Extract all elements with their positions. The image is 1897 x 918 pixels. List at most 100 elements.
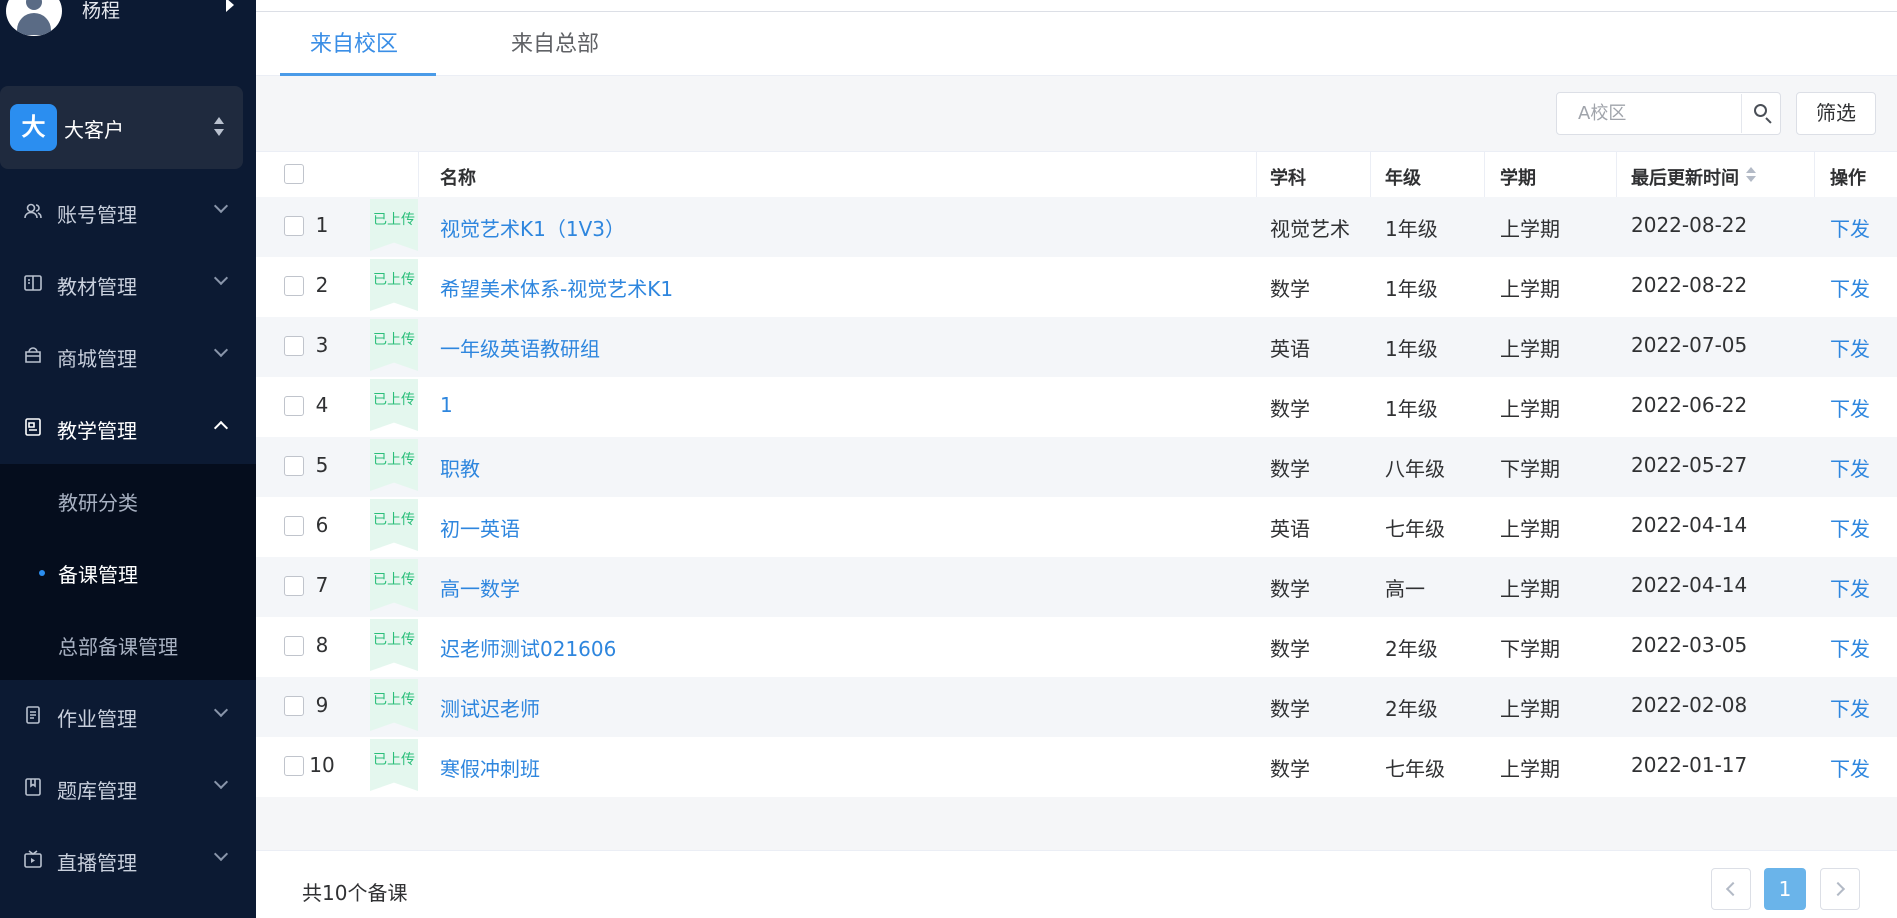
page-1-button[interactable]: 1 [1764, 868, 1806, 910]
dispatch-link[interactable]: 下发 [1830, 513, 1870, 542]
lesson-name-link[interactable]: 高一数学 [440, 573, 520, 602]
header-term: 学期 [1500, 168, 1536, 189]
uploaded-badge: 已上传 [370, 199, 418, 251]
menu-item-shop[interactable]: 商城管理 [0, 320, 256, 392]
menu-item-teaching[interactable]: 教学管理 [0, 392, 256, 464]
uploaded-badge: 已上传 [370, 619, 418, 671]
sort-switch-icon [212, 117, 226, 139]
lesson-name-link[interactable]: 一年级英语教研组 [440, 333, 600, 362]
grade-cell: 1年级 [1385, 277, 1438, 301]
search-icon[interactable] [1741, 94, 1780, 133]
tab-from-headquarters[interactable]: 来自总部 [511, 26, 599, 58]
dispatch-link[interactable]: 下发 [1830, 333, 1870, 362]
uploaded-badge: 已上传 [370, 439, 418, 491]
chevron-down-icon [213, 702, 229, 718]
term-cell: 下学期 [1500, 637, 1560, 661]
subject-cell: 数学 [1270, 577, 1310, 601]
main-content: 来自校区 来自总部 筛选 名称 学科 年级 学期 最后更新时间 操作 1 已上传 视… [256, 0, 1897, 918]
dispatch-link[interactable]: 下发 [1830, 693, 1870, 722]
subject-cell: 数学 [1270, 397, 1310, 421]
filter-bar: 筛选 [256, 76, 1897, 151]
teaching-icon [25, 418, 41, 436]
dispatch-link[interactable]: 下发 [1830, 453, 1870, 482]
lesson-name-link[interactable]: 寒假冲刺班 [440, 753, 540, 782]
term-cell: 上学期 [1500, 517, 1560, 541]
row-checkbox[interactable] [284, 636, 304, 656]
campus-search-input[interactable] [1558, 94, 1738, 133]
uploaded-badge: 已上传 [370, 499, 418, 551]
lesson-name-link[interactable]: 1 [440, 393, 453, 417]
uploaded-badge: 已上传 [370, 739, 418, 791]
row-checkbox[interactable] [284, 456, 304, 476]
row-checkbox[interactable] [284, 276, 304, 296]
table-row: 2 已上传 希望美术体系-视觉艺术K1 数学 1年级 上学期 2022-08-22 下发 [256, 257, 1897, 317]
sort-icon[interactable] [1746, 167, 1756, 183]
row-checkbox[interactable] [284, 336, 304, 356]
grade-cell: 1年级 [1385, 397, 1438, 421]
table-row: 5 已上传 职教 数学 八年级 下学期 2022-05-27 下发 [256, 437, 1897, 497]
header-updated[interactable]: 最后更新时间 [1631, 164, 1739, 190]
chevron-down-icon [213, 342, 229, 358]
chevron-down-icon [213, 270, 229, 286]
updated-cell: 2022-08-22 [1631, 213, 1748, 237]
dispatch-link[interactable]: 下发 [1830, 273, 1870, 302]
menu-item-question-bank[interactable]: 题库管理 [0, 752, 256, 824]
menu-item-live[interactable]: 直播管理 [0, 824, 256, 896]
submenu-item-label: 备课管理 [58, 563, 138, 587]
row-checkbox[interactable] [284, 516, 304, 536]
row-checkbox[interactable] [284, 756, 304, 776]
subject-cell: 数学 [1270, 697, 1310, 721]
table-header: 名称 学科 年级 学期 最后更新时间 操作 [256, 151, 1897, 198]
campus-search [1556, 92, 1781, 135]
table-row: 6 已上传 初一英语 英语 七年级 上学期 2022-04-14 下发 [256, 497, 1897, 557]
next-page-button[interactable] [1820, 868, 1860, 910]
submenu-item-research-category[interactable]: 教研分类 [0, 464, 256, 536]
menu-item-account[interactable]: 账号管理 [0, 176, 256, 248]
dispatch-link[interactable]: 下发 [1830, 213, 1870, 242]
lesson-name-link[interactable]: 职教 [440, 453, 480, 482]
row-checkbox[interactable] [284, 396, 304, 416]
grade-cell: 1年级 [1385, 337, 1438, 361]
updated-cell: 2022-04-14 [1631, 513, 1748, 537]
dispatch-link[interactable]: 下发 [1830, 753, 1870, 782]
updated-cell: 2022-08-22 [1631, 273, 1748, 297]
org-switcher[interactable]: 大 大客户 [0, 86, 243, 169]
row-index: 3 [315, 333, 329, 357]
dispatch-link[interactable]: 下发 [1830, 393, 1870, 422]
subject-cell: 英语 [1270, 517, 1310, 541]
menu-item-homework[interactable]: 作业管理 [0, 680, 256, 752]
subject-cell: 数学 [1270, 757, 1310, 781]
lesson-name-link[interactable]: 迟老师测试021606 [440, 633, 616, 662]
filter-button[interactable]: 筛选 [1796, 92, 1876, 135]
user-profile[interactable]: 杨程 [0, 0, 256, 46]
row-checkbox[interactable] [284, 216, 304, 236]
tab-from-campus[interactable]: 来自校区 [310, 26, 398, 58]
org-badge: 大 [10, 104, 57, 151]
lesson-name-link[interactable]: 希望美术体系-视觉艺术K1 [440, 273, 673, 302]
chevron-down-icon [213, 774, 229, 790]
row-checkbox[interactable] [284, 576, 304, 596]
submenu-item-hq-lesson-prep[interactable]: 总部备课管理 [0, 608, 256, 680]
submenu-item-label: 总部备课管理 [58, 635, 178, 659]
lesson-name-link[interactable]: 测试迟老师 [440, 693, 540, 722]
dispatch-link[interactable]: 下发 [1830, 573, 1870, 602]
menu-item-label: 商城管理 [57, 347, 137, 371]
menu-item-textbook[interactable]: 教材管理 [0, 248, 256, 320]
subject-cell: 视觉艺术 [1270, 217, 1350, 241]
sidebar: 杨程 大 大客户 账号管理 教材管理 商城管理 教学管理 教研分类 备课管理 总… [0, 0, 256, 918]
submenu-item-lesson-prep[interactable]: 备课管理 [0, 536, 256, 608]
dispatch-link[interactable]: 下发 [1830, 633, 1870, 662]
row-index: 9 [315, 693, 329, 717]
prev-page-button[interactable] [1711, 868, 1751, 910]
uploaded-badge-label: 已上传 [373, 752, 415, 768]
caret-right-icon[interactable] [226, 0, 234, 12]
select-all-checkbox[interactable] [284, 164, 304, 184]
row-index: 4 [315, 393, 329, 417]
uploaded-badge-label: 已上传 [373, 572, 415, 588]
updated-cell: 2022-01-17 [1631, 753, 1748, 777]
lesson-name-link[interactable]: 初一英语 [440, 513, 520, 542]
org-name: 大客户 [64, 118, 124, 142]
row-checkbox[interactable] [284, 696, 304, 716]
uploaded-badge: 已上传 [370, 559, 418, 611]
lesson-name-link[interactable]: 视觉艺术K1（1V3） [440, 213, 625, 242]
